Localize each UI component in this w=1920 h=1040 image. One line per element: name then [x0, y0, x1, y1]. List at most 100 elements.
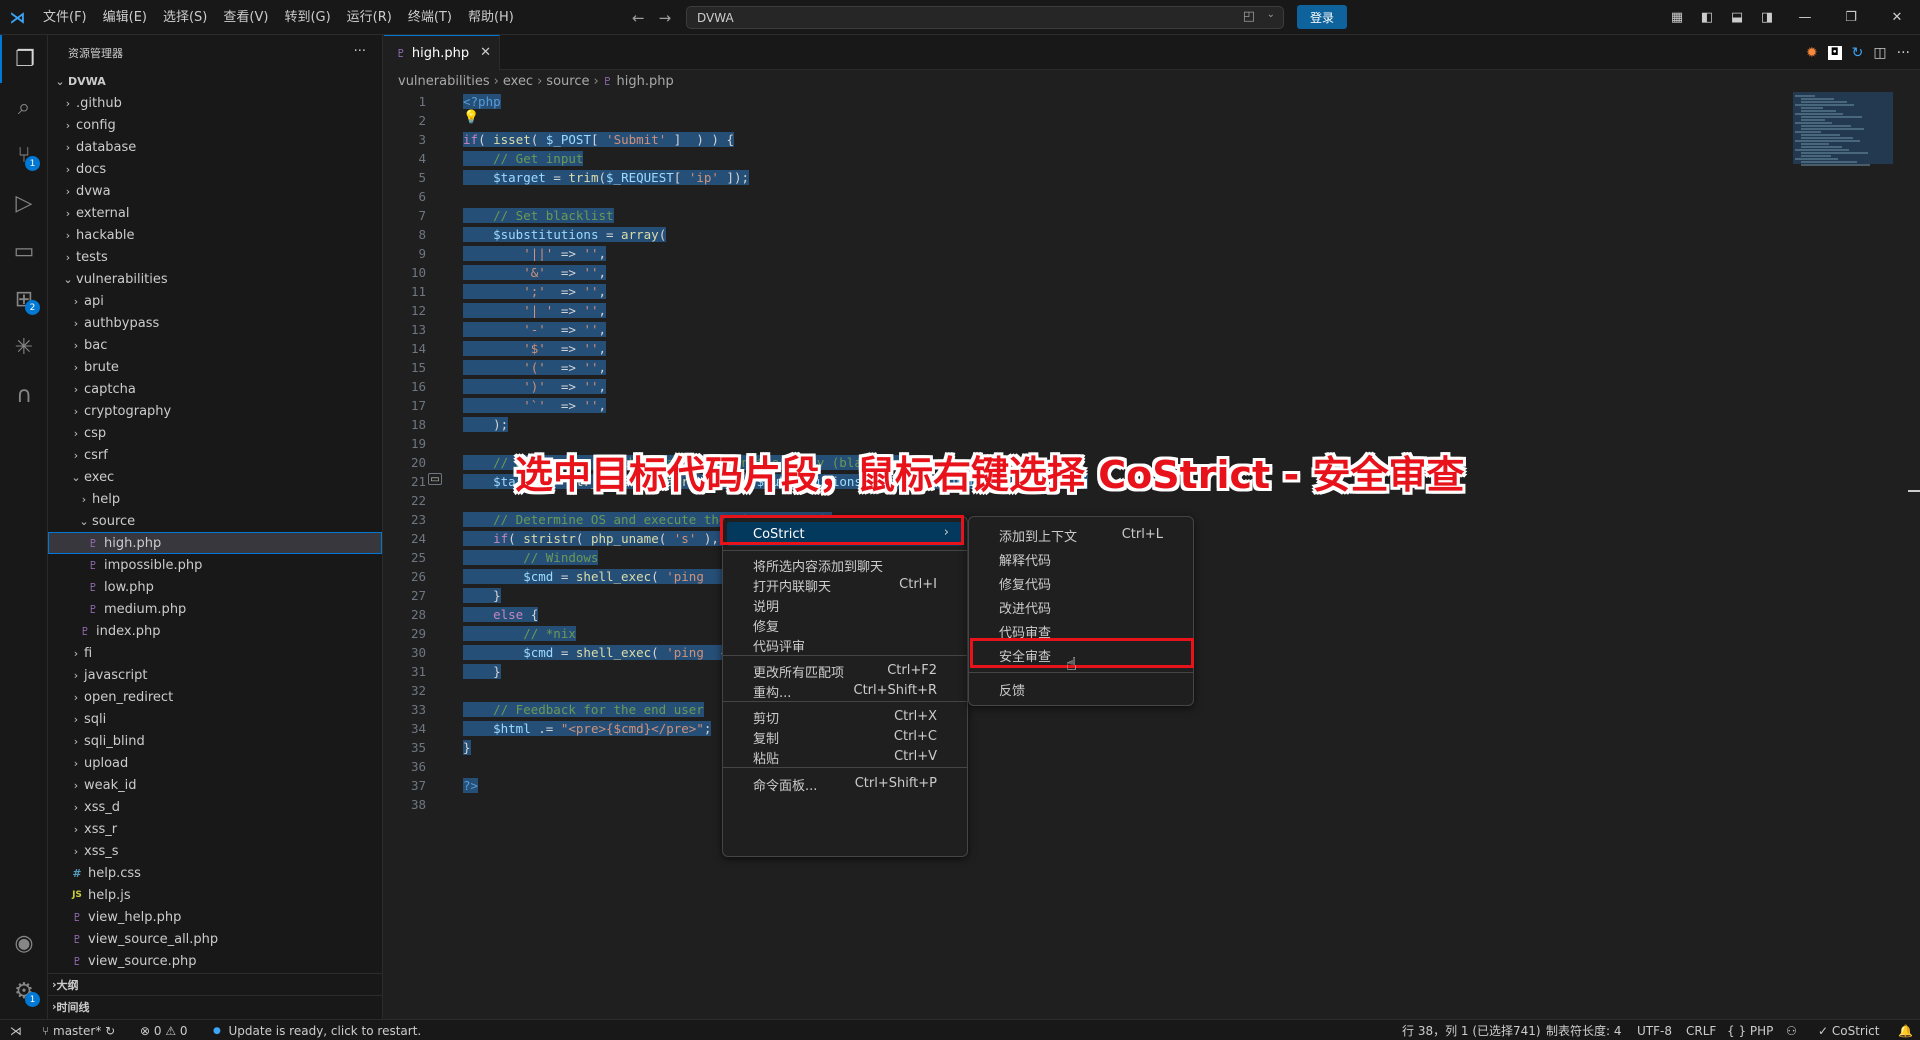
submenu-item[interactable]: 修复代码 — [973, 571, 1189, 595]
tab-size[interactable]: 制表符长度: 4 — [1546, 1020, 1622, 1040]
code-line[interactable]: 16 ')' => '', — [384, 377, 1784, 396]
login-button[interactable]: 登录 — [1297, 5, 1347, 29]
code-line[interactable]: 4 // Get input — [384, 149, 1784, 168]
breadcrumb-item[interactable]: vulnerabilities — [398, 74, 490, 89]
restore-icon[interactable]: ❐ — [1828, 10, 1874, 25]
context-menu-item[interactable]: 重构... Ctrl+Shift+R — [727, 679, 963, 703]
tree-folder[interactable]: ⌄ source — [48, 510, 382, 532]
explorer-icon[interactable]: ❐ — [0, 35, 48, 83]
tree-folder[interactable]: › bac — [48, 334, 382, 356]
menu-item[interactable]: 运行(R) — [339, 0, 400, 35]
tree-folder[interactable]: › javascript — [48, 664, 382, 686]
menu-item[interactable]: 编辑(E) — [95, 0, 155, 35]
preview-icon[interactable]: ◘ — [1827, 45, 1842, 60]
code-line[interactable]: 35} — [384, 738, 1784, 757]
code-line[interactable]: 38 — [384, 795, 1784, 814]
outline-section[interactable]: › 大纲 — [48, 973, 382, 995]
tree-folder[interactable]: › csp — [48, 422, 382, 444]
submenu-item[interactable]: 改进代码 — [973, 595, 1189, 619]
tree-file[interactable]: ♇ low.php — [48, 576, 382, 598]
close-window-icon[interactable]: ✕ — [1874, 10, 1920, 25]
search-icon[interactable]: ⌕ — [0, 83, 48, 131]
tree-folder[interactable]: › xss_d — [48, 796, 382, 818]
refresh-icon[interactable]: ↻ — [1852, 45, 1864, 61]
more-actions-icon[interactable]: ··· — [354, 44, 366, 59]
code-line[interactable]: 6 — [384, 187, 1784, 206]
tree-folder[interactable]: › csrf — [48, 444, 382, 466]
branch-item[interactable]: ⑂ master* ↻ — [42, 1020, 115, 1040]
code-line[interactable]: 37 ?> — [384, 776, 1784, 795]
encoding[interactable]: UTF-8 — [1637, 1020, 1672, 1040]
code-line[interactable]: 15 '(' => '', — [384, 358, 1784, 377]
tree-folder[interactable]: › database — [48, 136, 382, 158]
menu-item[interactable]: 转到(G) — [276, 0, 338, 35]
tree-folder[interactable]: › fi — [48, 642, 382, 664]
tree-folder[interactable]: › dvwa — [48, 180, 382, 202]
toggle-secondary-sidebar-icon[interactable]: ◨ — [1752, 10, 1782, 25]
command-center-search[interactable]: DVWA ◰ ⌄ — [686, 6, 1284, 29]
code-line[interactable]: 11 ';' => '', — [384, 282, 1784, 301]
tree-file[interactable]: ♇ impossible.php — [48, 554, 382, 576]
tree-folder[interactable]: › tests — [48, 246, 382, 268]
code-line[interactable]: 7 // Set blacklist — [384, 206, 1784, 225]
update-notice[interactable]: ● Update is ready, click to restart. — [213, 1020, 421, 1040]
menu-item[interactable]: 文件(F) — [35, 0, 95, 35]
tree-folder[interactable]: › docs — [48, 158, 382, 180]
tree-folder[interactable]: › hackable — [48, 224, 382, 246]
toggle-panel-icon[interactable]: ⬓ — [1722, 10, 1752, 25]
scrollbar[interactable] — [1908, 490, 1920, 492]
code-line[interactable]: 8 $substitutions = array( — [384, 225, 1784, 244]
timeline-section[interactable]: › 时间线 — [48, 995, 382, 1017]
tree-file[interactable]: ♇ high.php — [48, 532, 382, 554]
forward-arrow-icon[interactable]: → — [659, 9, 672, 27]
minimap[interactable] — [1793, 92, 1893, 166]
source-control-icon[interactable]: ⑂ 1 — [0, 131, 48, 179]
tree-folder[interactable]: › open_redirect — [48, 686, 382, 708]
language-mode[interactable]: { } PHP — [1727, 1020, 1773, 1040]
breadcrumb-item[interactable]: high.php — [617, 74, 674, 89]
code-line[interactable]: 14 '$' => '', — [384, 339, 1784, 358]
account-icon[interactable]: ◉ — [0, 919, 48, 967]
tree-folder[interactable]: › external — [48, 202, 382, 224]
extensions-icon[interactable]: ⊞ 2 — [0, 275, 48, 323]
tree-folder[interactable]: ⌄ exec — [48, 466, 382, 488]
code-line[interactable]: 1 <?php — [384, 92, 1784, 111]
tree-folder[interactable]: › brute — [48, 356, 382, 378]
tree-folder[interactable]: › .github — [48, 92, 382, 114]
tree-folder[interactable]: › config — [48, 114, 382, 136]
costrict-status[interactable]: ✓ CoStrict — [1818, 1020, 1880, 1040]
code-line[interactable]: 2 — [384, 111, 1784, 130]
tab-high-php[interactable]: ♇ high.php ✕ — [384, 35, 500, 70]
context-menu-item[interactable]: 粘贴 Ctrl+V — [727, 745, 963, 769]
tree-folder[interactable]: › sqli — [48, 708, 382, 730]
customize-layout-icon[interactable]: ▦ — [1662, 10, 1692, 25]
menu-item[interactable]: 选择(S) — [155, 0, 215, 35]
tree-folder[interactable]: › captcha — [48, 378, 382, 400]
close-tab-icon[interactable]: ✕ — [480, 45, 491, 60]
menu-item[interactable]: 帮助(H) — [460, 0, 522, 35]
tree-folder[interactable]: › authbypass — [48, 312, 382, 334]
context-menu-item[interactable]: 命令面板... Ctrl+Shift+P — [727, 772, 963, 796]
tree-file[interactable]: ♇ view_help.php — [48, 906, 382, 928]
remote-explorer-icon[interactable]: ▭ — [0, 227, 48, 275]
tree-folder[interactable]: › xss_s — [48, 840, 382, 862]
tree-folder[interactable]: › upload — [48, 752, 382, 774]
tree-file[interactable]: ♇ medium.php — [48, 598, 382, 620]
split-editor-icon[interactable]: ◫ — [1873, 45, 1886, 61]
eol[interactable]: CRLF — [1686, 1020, 1716, 1040]
tree-folder[interactable]: › xss_r — [48, 818, 382, 840]
tree-folder[interactable]: › weak_id — [48, 774, 382, 796]
tree-folder[interactable]: › help — [48, 488, 382, 510]
tree-file[interactable]: JS help.js — [48, 884, 382, 906]
problems-item[interactable]: ⊗ 0 ⚠ 0 — [140, 1020, 188, 1040]
minimize-icon[interactable]: — — [1782, 10, 1828, 25]
costrict-icon[interactable]: ✳ — [0, 323, 48, 371]
submenu-item[interactable]: 解释代码 — [973, 547, 1189, 571]
notifications-icon[interactable]: 🔔 — [1898, 1020, 1913, 1040]
tree-folder[interactable]: › api — [48, 290, 382, 312]
tree-file[interactable]: ♇ view_source.php — [48, 950, 382, 972]
code-line[interactable]: 10 '&' => '', — [384, 263, 1784, 282]
back-arrow-icon[interactable]: ← — [632, 9, 645, 27]
code-line[interactable]: 9 '||' => '', — [384, 244, 1784, 263]
code-line[interactable]: 34 $html .= "<pre>{$cmd}</pre>"; — [384, 719, 1784, 738]
